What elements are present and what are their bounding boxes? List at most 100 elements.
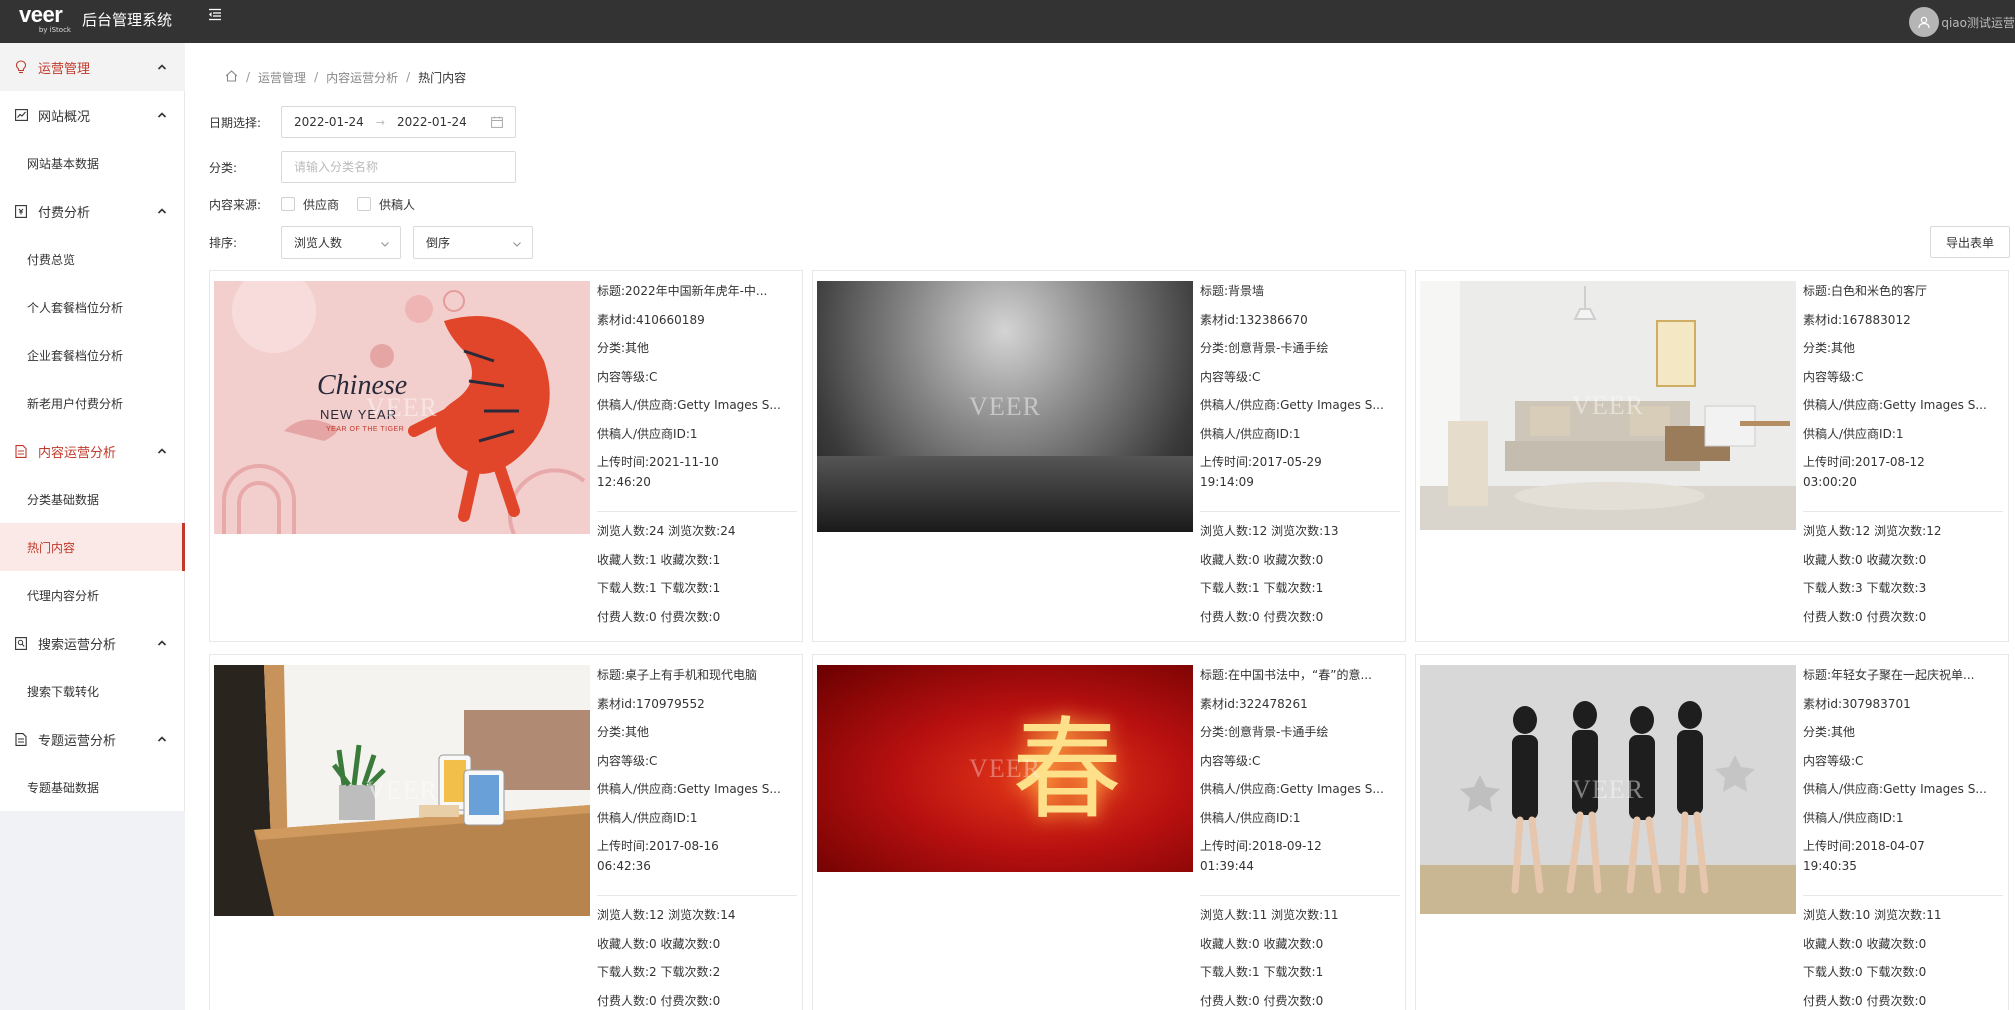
checkbox-label: 供应商	[303, 197, 340, 212]
sort-field-select[interactable]: 浏览人数	[281, 226, 401, 259]
content-card[interactable]: VEER 标题:背景墙 素材id:132386670 分类:创意背景-卡通手绘 …	[812, 270, 1406, 642]
field-label: 付费人数:	[597, 993, 650, 1008]
sort-order-select[interactable]: 倒序	[413, 226, 533, 259]
home-icon[interactable]	[225, 69, 238, 85]
date-range-picker[interactable]: 2022-01-24 → 2022-01-24	[281, 106, 516, 138]
card-title: 年轻女子聚在一起庆祝单...	[1831, 668, 1975, 682]
field-label: 素材id:	[1200, 696, 1239, 711]
sidebar-group-payment-analysis[interactable]: 付费分析	[0, 187, 185, 235]
sidebar-item-new-old-user-analysis[interactable]: 新老用户付费分析	[0, 379, 185, 427]
sidebar-item-site-basic-data[interactable]: 网站基本数据	[0, 139, 185, 187]
card-upload-time: 06:42:36	[597, 859, 651, 873]
stat-value: 14	[720, 908, 736, 922]
sidebar-group-label: 内容运营分析	[38, 445, 117, 461]
content-card[interactable]: VEER 标题:白色和米色的客厅 素材id:167883012 分类:其他 内容…	[1415, 270, 2009, 642]
card-supplier-id: 1	[1292, 426, 1301, 441]
veer-logo[interactable]: veer by iStock	[19, 4, 71, 36]
stat-value: 0	[1315, 993, 1324, 1008]
checkbox-contributor[interactable]	[357, 197, 372, 211]
sidebar-group-site-overview[interactable]: 网站概况	[0, 91, 185, 139]
field-label: 分类:	[1803, 725, 1832, 739]
user-menu[interactable]: qiao测试运营	[1909, 5, 2015, 39]
field-label: 浏览次数:	[668, 908, 721, 922]
sidebar-item-personal-plan-analysis[interactable]: 个人套餐档位分析	[0, 283, 185, 331]
card-asset-id: 167883012	[1842, 312, 1911, 327]
field-label: 下载人数:	[597, 581, 650, 595]
avatar[interactable]	[1909, 7, 1940, 37]
content-card[interactable]: VEER 标题:桌子上有手机和现代电脑 素材id:170979552 分类:其他…	[209, 654, 803, 1010]
field-label: 上传时间:	[597, 839, 650, 853]
stat-value: 0	[1855, 936, 1863, 951]
stat-value: 0	[649, 993, 657, 1008]
field-label: 标题:	[597, 284, 626, 298]
sidebar-item-enterprise-plan-analysis[interactable]: 企业套餐档位分析	[0, 331, 185, 379]
card-category: 其他	[1831, 341, 1856, 355]
field-label: 付费人数:	[1200, 609, 1253, 624]
content-image-desk[interactable]: VEER	[214, 665, 590, 916]
category-input[interactable]	[281, 151, 516, 183]
app-title: 后台管理系统	[82, 11, 173, 29]
content-card[interactable]: 春 VEER 标题:在中国书法中，“春”的意... 素材id:322478261…	[812, 654, 1406, 1010]
watermark: VEER	[1572, 390, 1644, 420]
content-image-tiger[interactable]: Chinese NEW YEAR YEAR OF THE TIGER VEER	[214, 281, 590, 534]
stat-value: 0	[1918, 965, 1927, 979]
field-label: 供稿人/供应商:	[1803, 782, 1884, 796]
field-label: 上传时间:	[1200, 839, 1253, 853]
sidebar-item-search-download-conversion[interactable]: 搜索下载转化	[0, 667, 185, 715]
date-end[interactable]: 2022-01-24	[397, 115, 467, 129]
card-info: 标题:桌子上有手机和现代电脑 素材id:170979552 分类:其他 内容等级…	[597, 665, 797, 1010]
chevron-down-icon	[512, 238, 522, 248]
sidebar-group-operations[interactable]: 运营管理	[0, 43, 185, 91]
date-start[interactable]: 2022-01-24	[294, 115, 364, 129]
card-supplier-id: 1	[1895, 810, 1904, 825]
sidebar-group-search-analysis[interactable]: 搜索运营分析	[0, 619, 185, 667]
caret-up-icon	[157, 637, 167, 647]
field-label: 供稿人/供应商:	[597, 782, 678, 796]
caret-up-icon	[157, 205, 167, 215]
sidebar-group-content-analysis[interactable]: 内容运营分析	[0, 427, 185, 475]
export-button[interactable]: 导出表单	[1930, 226, 2010, 258]
stat-value: 0	[1918, 993, 1927, 1008]
breadcrumb-link[interactable]: 运营管理	[258, 69, 306, 86]
card-upload-date: 2021-11-10	[649, 455, 719, 469]
field-label: 上传时间:	[1803, 455, 1856, 469]
stat-value: 1	[1252, 581, 1260, 595]
field-label: 上传时间:	[1803, 839, 1856, 853]
content-image-concrete-wall[interactable]: VEER	[817, 281, 1193, 532]
field-label: 内容等级:	[597, 753, 650, 768]
stat-value: 0	[1855, 965, 1863, 979]
stat-value: 1	[1315, 581, 1324, 595]
content-card[interactable]: VEER 标题:年轻女子聚在一起庆祝单... 素材id:307983701 分类…	[1415, 654, 2009, 1010]
field-label: 供稿人/供应商ID:	[597, 810, 690, 825]
checkbox-supplier[interactable]	[281, 197, 295, 211]
stat-value: 3	[1855, 581, 1863, 595]
card-category: 创意背景-卡通手绘	[1228, 725, 1329, 739]
sidebar-group-label: 专题运营分析	[38, 733, 117, 749]
sidebar-item-payment-overview[interactable]: 付费总览	[0, 235, 185, 283]
checkbox-label: 供稿人	[379, 197, 416, 212]
sidebar-item-topic-basic-data[interactable]: 专题基础数据	[0, 763, 185, 811]
field-label: 浏览次数:	[1874, 908, 1927, 922]
username: qiao测试运营	[1941, 15, 2015, 30]
top-bar: veer by iStock 后台管理系统 qiao测试运营	[0, 0, 2015, 43]
sidebar-group-topic-analysis[interactable]: 专题运营分析	[0, 715, 185, 763]
watermark: VEER	[366, 392, 438, 422]
content-card[interactable]: Chinese NEW YEAR YEAR OF THE TIGER VEER …	[209, 270, 803, 642]
content-image-party[interactable]: VEER	[1420, 665, 1796, 914]
sidebar-item-hot-content[interactable]: 热门内容	[0, 523, 185, 571]
card-info: 标题:背景墙 素材id:132386670 分类:创意背景-卡通手绘 内容等级:…	[1200, 281, 1400, 635]
sidebar-item-agency-content-analysis[interactable]: 代理内容分析	[0, 571, 185, 619]
card-title: 白色和米色的客厅	[1831, 284, 1928, 298]
field-label: 收藏人数:	[597, 552, 650, 567]
field-label: 浏览人数:	[1200, 908, 1253, 922]
field-label: 分类:	[1200, 341, 1229, 355]
caret-up-icon	[157, 109, 167, 119]
field-label: 下载次数:	[660, 965, 713, 979]
content-image-calligraphy[interactable]: 春 VEER	[817, 665, 1193, 872]
content-image-living-room[interactable]: VEER	[1420, 281, 1796, 530]
menu-fold-icon[interactable]	[208, 7, 224, 23]
stat-value: 10	[1855, 908, 1871, 922]
sidebar-item-category-basic-data[interactable]: 分类基础数据	[0, 475, 185, 523]
breadcrumb-link[interactable]: 内容运营分析	[326, 69, 398, 86]
file-icon	[14, 732, 28, 746]
